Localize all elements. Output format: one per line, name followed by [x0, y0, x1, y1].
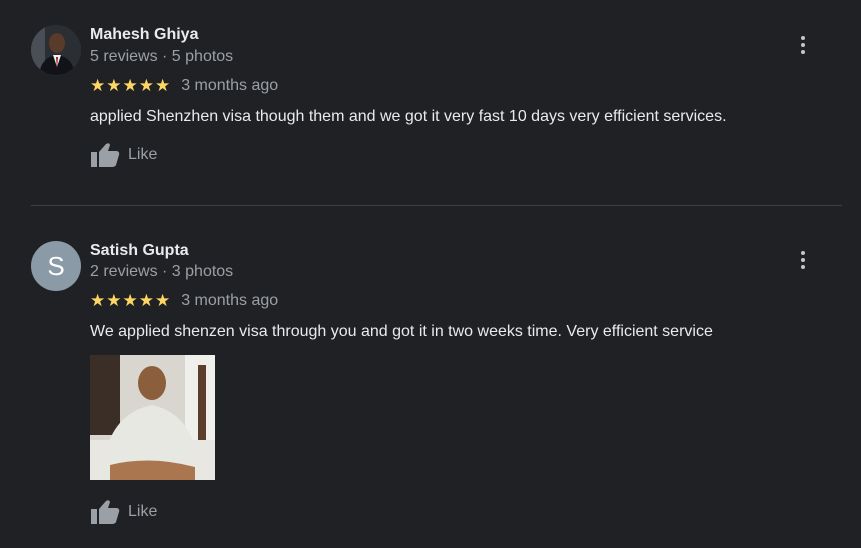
reviewer-name[interactable]: Satish Gupta — [90, 242, 189, 260]
more-options-icon[interactable] — [792, 32, 814, 58]
avatar[interactable]: S — [31, 241, 81, 291]
review-text: applied Shenzhen visa though them and we… — [90, 108, 727, 125]
review-time: 3 months ago — [181, 77, 279, 94]
reviewer-meta: 2 reviews · 3 photos — [90, 263, 234, 280]
star-rating: ★★★★★ — [90, 76, 172, 95]
rating-row: ★★★★★ 3 months ago — [90, 291, 278, 311]
like-button[interactable]: Like — [90, 142, 157, 168]
rating-row: ★★★★★ 3 months ago — [90, 76, 278, 96]
profile-photo — [31, 25, 81, 75]
star-rating: ★★★★★ — [90, 291, 172, 310]
more-options-icon[interactable] — [792, 247, 814, 273]
review-photo[interactable] — [90, 355, 215, 480]
avatar[interactable] — [31, 25, 81, 75]
review-time: 3 months ago — [181, 292, 279, 309]
reviewer-name[interactable]: Mahesh Ghiya — [90, 26, 198, 44]
review-text: We applied shenzen visa through you and … — [90, 323, 713, 340]
divider — [31, 205, 842, 206]
like-button[interactable]: Like — [90, 499, 157, 525]
review-photo-image — [90, 355, 215, 480]
like-label: Like — [128, 503, 158, 520]
reviewer-meta: 5 reviews · 5 photos — [90, 48, 234, 65]
thumbs-up-icon — [91, 500, 120, 524]
thumbs-up-icon — [91, 143, 120, 167]
like-label: Like — [128, 146, 158, 163]
